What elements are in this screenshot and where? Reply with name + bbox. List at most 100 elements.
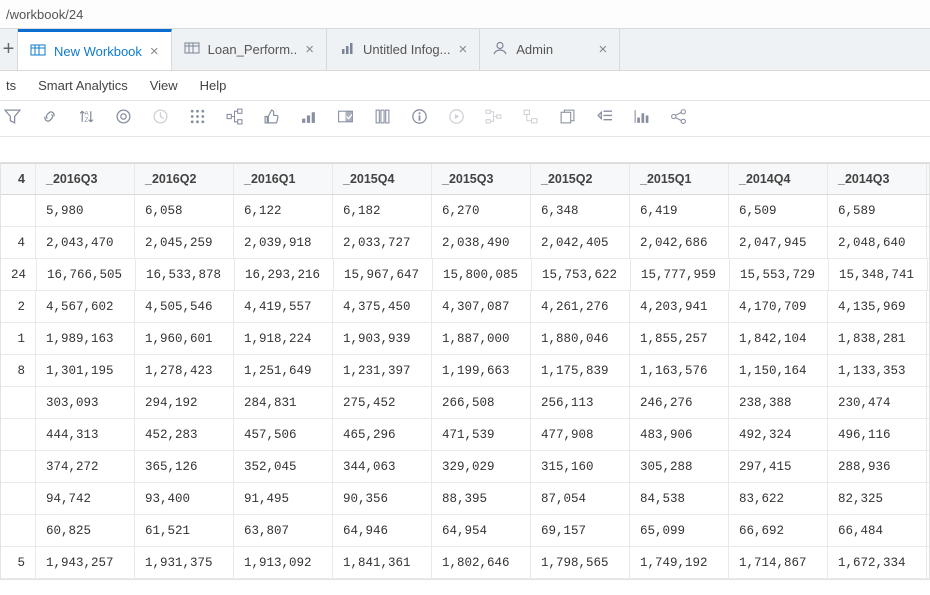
link-icon[interactable] xyxy=(41,108,58,130)
table-cell: 1,841,361 xyxy=(333,547,432,578)
tab-untitled-infog-[interactable]: Untitled Infog...× xyxy=(327,29,480,70)
tree-icon[interactable] xyxy=(226,108,243,130)
table-row[interactable]: 444,313452,283457,506465,296471,539477,9… xyxy=(1,419,929,451)
tabs-row: + New Workbook×Loan_Perform..×Untitled I… xyxy=(0,29,930,71)
menu-item-help[interactable]: Help xyxy=(200,78,227,93)
table-cell: 6,348 xyxy=(531,195,630,226)
table-cell: 1,880,046 xyxy=(531,323,630,354)
close-icon[interactable]: × xyxy=(599,41,608,58)
table-cell: 1,749,192 xyxy=(630,547,729,578)
table-row[interactable]: 303,093294,192284,831275,452266,508256,1… xyxy=(1,387,929,419)
table-cell: 94,742 xyxy=(36,483,135,514)
table-cell: 6,058 xyxy=(135,195,234,226)
menu-item-smart-analytics[interactable]: Smart Analytics xyxy=(38,78,128,93)
table-row[interactable]: 81,301,1951,278,4231,251,6491,231,3971,1… xyxy=(1,355,929,387)
data-grid[interactable]: 4_2016Q3_2016Q2_2016Q1_2015Q4_2015Q3_201… xyxy=(0,162,930,580)
table-cell: 4,307,087 xyxy=(432,291,531,322)
table-cell: 88,395 xyxy=(432,483,531,514)
table-cell: 1,943,257 xyxy=(36,547,135,578)
table-cell: 2,039,918 xyxy=(234,227,333,258)
table-cell: 315,160 xyxy=(531,451,630,482)
new-tab-button[interactable]: + xyxy=(0,29,18,70)
table-cell xyxy=(1,483,36,514)
table-row[interactable]: 51,943,2571,931,3751,913,0921,841,3611,8… xyxy=(1,547,929,579)
bars-step-icon[interactable] xyxy=(300,108,317,130)
table-cell: 65,099 xyxy=(630,515,729,546)
table-cell: 465,296 xyxy=(333,419,432,450)
menu-item-ts[interactable]: ts xyxy=(6,78,16,93)
url-bar[interactable]: /workbook/24 xyxy=(0,0,930,29)
table-cell: 60,825 xyxy=(36,515,135,546)
table-cell: 4,567,602 xyxy=(36,291,135,322)
table-row[interactable]: 60,82561,52163,80764,94664,95469,15765,0… xyxy=(1,515,929,547)
table-cell: 61,521 xyxy=(135,515,234,546)
close-icon[interactable]: × xyxy=(305,41,314,58)
table-cell: 1,175,839 xyxy=(531,355,630,386)
flow2-icon[interactable] xyxy=(522,108,539,130)
funnel-icon[interactable] xyxy=(4,108,21,130)
play-icon[interactable] xyxy=(448,108,465,130)
kpi-card-icon[interactable] xyxy=(337,108,354,130)
ring-icon[interactable] xyxy=(115,108,132,130)
bar-chart-icon[interactable] xyxy=(633,108,650,130)
table-cell: 6,589 xyxy=(828,195,927,226)
table-header-cell[interactable]: _2016Q3 xyxy=(36,164,135,194)
sort-icon[interactable]: AZ xyxy=(78,108,95,130)
table-row[interactable]: 374,272365,126352,045344,063329,029315,1… xyxy=(1,451,929,483)
table-cell: 294,192 xyxy=(135,387,234,418)
table-row[interactable]: 11,989,1631,960,6011,918,2241,903,9391,8… xyxy=(1,323,929,355)
tab-label: Admin xyxy=(516,42,590,57)
table-cell: 64,954 xyxy=(432,515,531,546)
table-header-cell[interactable]: _2016Q2 xyxy=(135,164,234,194)
table-header-cell[interactable]: _2015Q3 xyxy=(432,164,531,194)
table-cell: 4 xyxy=(1,227,36,258)
table-row[interactable]: 94,74293,40091,49590,35688,39587,05484,5… xyxy=(1,483,929,515)
info-icon[interactable] xyxy=(411,108,428,130)
close-icon[interactable]: × xyxy=(150,43,159,60)
table-cell: 16,293,216 xyxy=(235,259,334,290)
table-cell: 90,356 xyxy=(333,483,432,514)
table-cell: 288,936 xyxy=(828,451,927,482)
table-header-cell[interactable]: _2015Q2 xyxy=(531,164,630,194)
table-cell: 1,887,000 xyxy=(432,323,531,354)
table-row[interactable]: 24,567,6024,505,5464,419,5574,375,4504,3… xyxy=(1,291,929,323)
outdent-icon[interactable] xyxy=(596,108,613,130)
table-header-cell[interactable]: _2014Q4 xyxy=(729,164,828,194)
table-row[interactable]: 2416,766,50516,533,87816,293,21615,967,6… xyxy=(1,259,929,291)
table-cell: 15,753,622 xyxy=(532,259,631,290)
table-cell: 6,419 xyxy=(630,195,729,226)
table-header-cell[interactable]: 4 xyxy=(1,164,36,194)
table-row[interactable]: 5,9806,0586,1226,1826,2706,3486,4196,509… xyxy=(1,195,929,227)
table-header-cell[interactable]: _2016Q1 xyxy=(234,164,333,194)
tab-loan-perform-[interactable]: Loan_Perform..× xyxy=(172,29,327,70)
columns-icon[interactable] xyxy=(374,108,391,130)
table-cell: 6,270 xyxy=(432,195,531,226)
clock-icon[interactable] xyxy=(152,108,169,130)
table-cell: 230,474 xyxy=(828,387,927,418)
share-nodes-icon[interactable] xyxy=(670,108,687,130)
table-header-cell[interactable]: _2015Q1 xyxy=(630,164,729,194)
close-icon[interactable]: × xyxy=(459,41,468,58)
table-cell: 374,272 xyxy=(36,451,135,482)
tab-new-workbook[interactable]: New Workbook× xyxy=(18,29,172,70)
thumbs-up-icon[interactable] xyxy=(263,108,280,130)
grid-dots-icon[interactable] xyxy=(189,108,206,130)
table-cell: 1,802,646 xyxy=(432,547,531,578)
table-cell: 2,045,259 xyxy=(135,227,234,258)
table-cell: 2 xyxy=(1,291,36,322)
table-cell: 483,906 xyxy=(630,419,729,450)
tab-admin[interactable]: Admin × xyxy=(480,29,620,70)
data-grid-container: 4_2016Q3_2016Q2_2016Q1_2015Q4_2015Q3_201… xyxy=(0,162,930,595)
table-row[interactable]: 42,043,4702,045,2592,039,9182,033,7272,0… xyxy=(1,227,929,259)
table-cell: 1,960,601 xyxy=(135,323,234,354)
table-header-cell[interactable]: _2014Q3 xyxy=(828,164,927,194)
table-header-cell[interactable]: _2015Q4 xyxy=(333,164,432,194)
copy-out-icon[interactable] xyxy=(559,108,576,130)
table-cell: 1,918,224 xyxy=(234,323,333,354)
table-cell: 352,045 xyxy=(234,451,333,482)
table-cell: 246,276 xyxy=(630,387,729,418)
menu-item-view[interactable]: View xyxy=(150,78,178,93)
flow1-icon[interactable] xyxy=(485,108,502,130)
table-cell: 2,033,727 xyxy=(333,227,432,258)
table-cell: 83,622 xyxy=(729,483,828,514)
